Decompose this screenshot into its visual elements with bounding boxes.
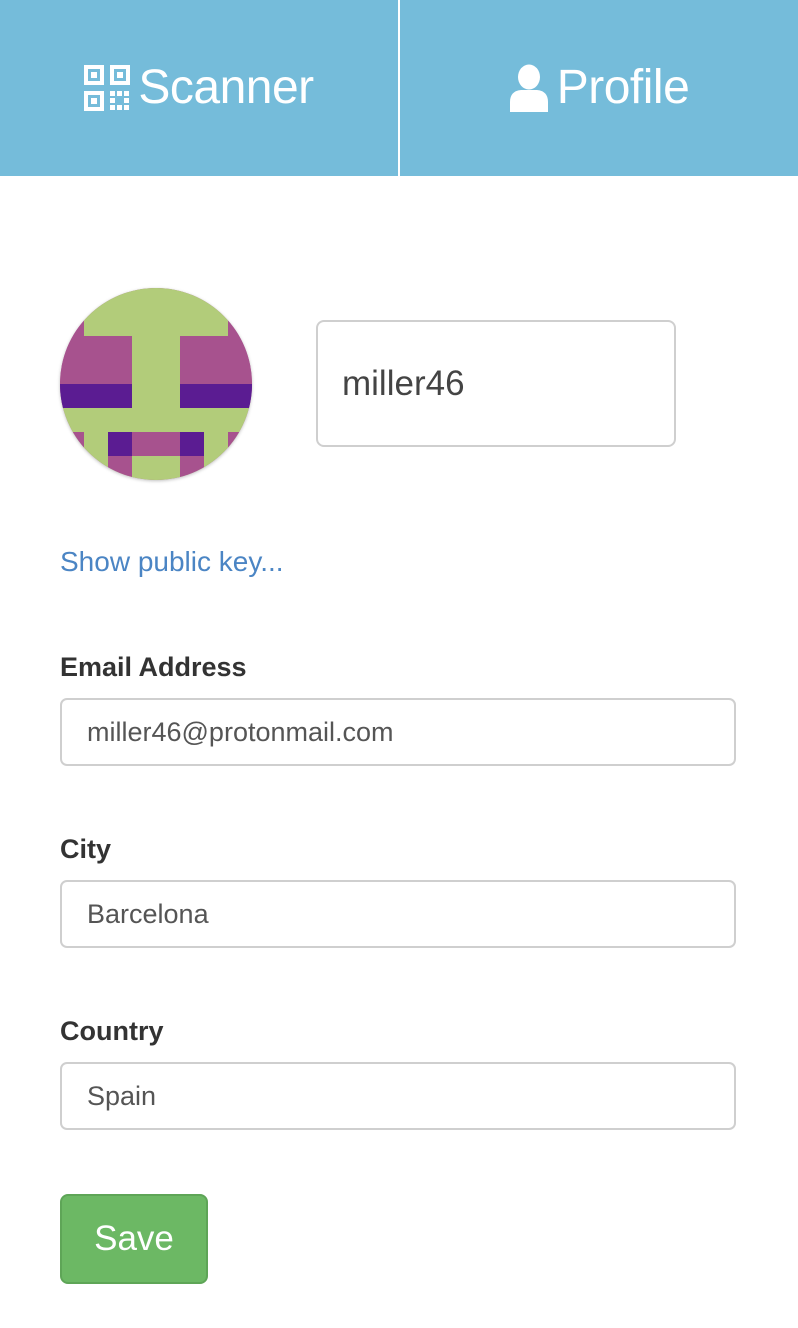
country-field[interactable] (60, 1062, 736, 1130)
tab-profile[interactable]: Profile (400, 0, 798, 176)
country-label: Country (60, 1016, 164, 1046)
qr-code-icon (84, 65, 131, 111)
save-button[interactable]: Save (60, 1194, 208, 1284)
tab-scanner[interactable]: Scanner (0, 0, 398, 176)
tab-scanner-label: Scanner (138, 61, 314, 114)
user-icon (509, 64, 549, 112)
identicon-avatar (60, 288, 252, 480)
tab-profile-label: Profile (556, 61, 690, 114)
top-navigation: Scanner Profile (0, 0, 798, 176)
city-label: City (60, 834, 112, 864)
city-field[interactable] (60, 880, 736, 948)
username-input[interactable] (316, 320, 676, 447)
show-public-key-link[interactable]: Show public key... (60, 546, 284, 578)
email-field[interactable] (60, 698, 736, 766)
email-label: Email Address (60, 652, 247, 682)
